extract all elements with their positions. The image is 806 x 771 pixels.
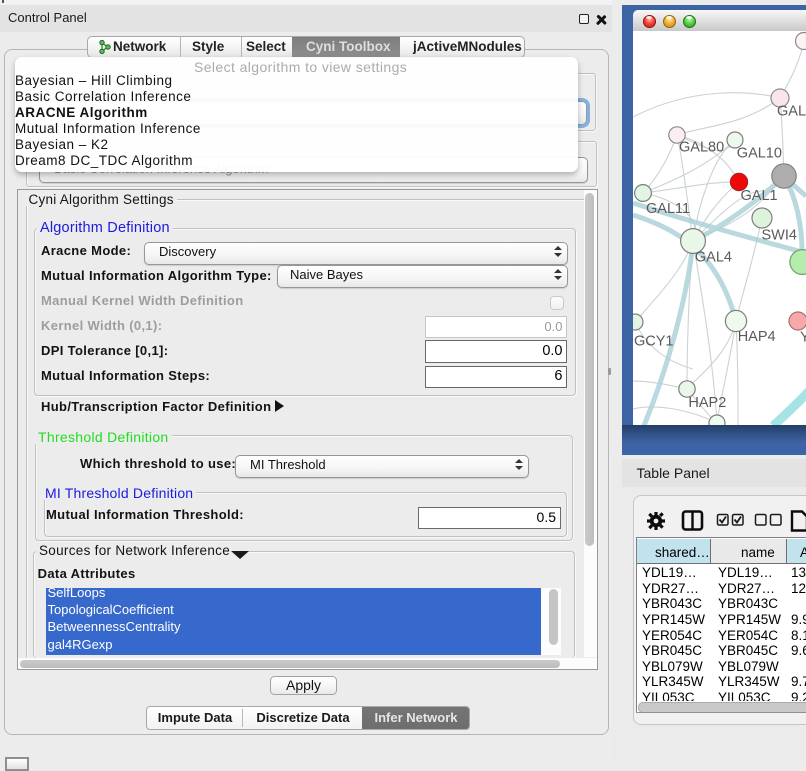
- svg-text:GAL80: GAL80: [679, 140, 724, 156]
- svg-text:SWI4: SWI4: [762, 228, 797, 244]
- svg-text:Y: Y: [800, 329, 806, 345]
- svg-text:GAL10: GAL10: [737, 145, 782, 161]
- svg-text:GAL1: GAL1: [741, 188, 778, 204]
- svg-text:HAP4: HAP4: [738, 329, 776, 345]
- svg-text:GCY1: GCY1: [634, 334, 674, 350]
- svg-text:HAP2: HAP2: [688, 395, 726, 411]
- svg-text:GAL4: GAL4: [695, 250, 732, 266]
- svg-text:GAL: GAL: [777, 104, 806, 120]
- svg-text:GAL11: GAL11: [646, 201, 690, 217]
